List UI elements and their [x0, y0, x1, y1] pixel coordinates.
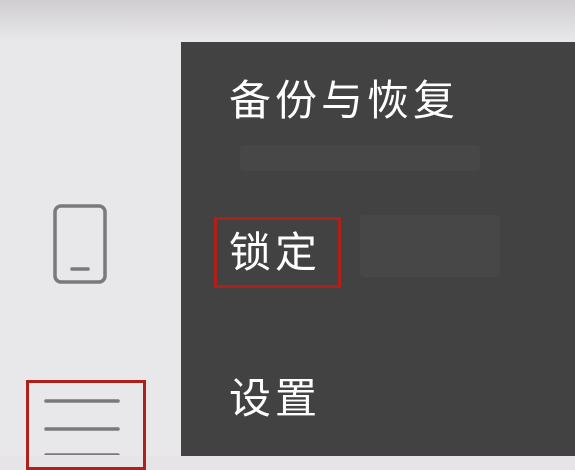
- drawer-item-backup-restore[interactable]: 备份与恢复: [229, 80, 459, 122]
- lock-item-highlight: [214, 217, 341, 288]
- drawer-item-settings[interactable]: 设置: [229, 378, 321, 420]
- phone-icon[interactable]: [52, 203, 108, 285]
- background-ghost: [240, 145, 480, 171]
- top-status-area: [0, 0, 575, 42]
- background-ghost: [360, 215, 500, 277]
- menu-icon-highlight: [26, 380, 146, 470]
